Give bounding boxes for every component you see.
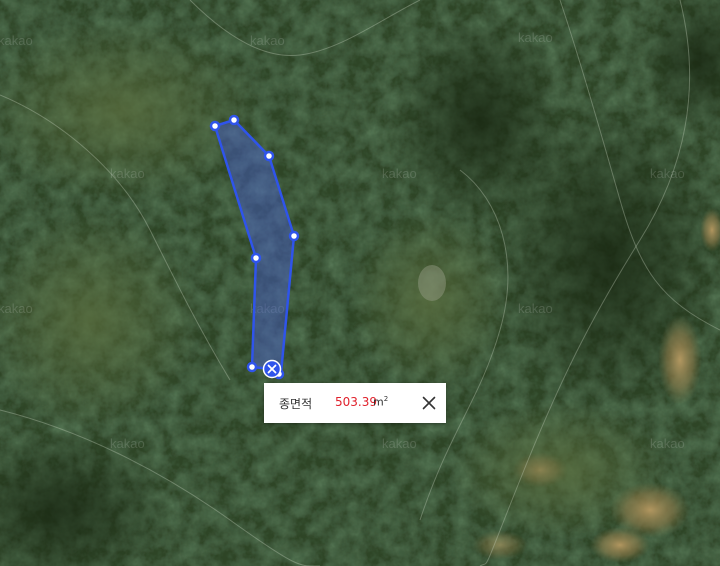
vertex-handle[interactable] — [288, 230, 300, 242]
watermark: kakao — [518, 30, 553, 45]
close-icon — [422, 396, 436, 410]
watermark: kakao — [382, 436, 417, 451]
vertex-handle[interactable] — [250, 252, 262, 264]
watermark: kakao — [0, 33, 33, 48]
delete-vertex-button[interactable] — [262, 359, 282, 379]
vertex-handle[interactable] — [263, 150, 275, 162]
vertex-handle[interactable] — [246, 361, 258, 373]
watermark: kakao — [110, 166, 145, 181]
watermark: kakao — [382, 166, 417, 181]
total-area-value: 503.39 — [335, 395, 377, 409]
vertex-handle[interactable] — [209, 120, 221, 132]
watermark: kakao — [650, 166, 685, 181]
watermark: kakao — [650, 436, 685, 451]
vertex-handle[interactable] — [228, 114, 240, 126]
watermark: kakao — [110, 436, 145, 451]
area-unit-base: m — [373, 395, 384, 409]
watermark: kakao — [0, 301, 33, 316]
watermark: kakao — [518, 301, 553, 316]
watermark: kakao — [250, 33, 285, 48]
area-unit-exponent: 2 — [383, 395, 389, 403]
satellite-map[interactable]: kakao kakao kakao kakao kakao kakao kaka… — [0, 0, 720, 566]
close-popup-button[interactable] — [420, 394, 438, 412]
area-measure-popup: 종면적 503.39 m2 — [264, 383, 446, 423]
total-area-label: 종면적 — [279, 397, 313, 411]
area-unit: m2 — [373, 395, 388, 409]
